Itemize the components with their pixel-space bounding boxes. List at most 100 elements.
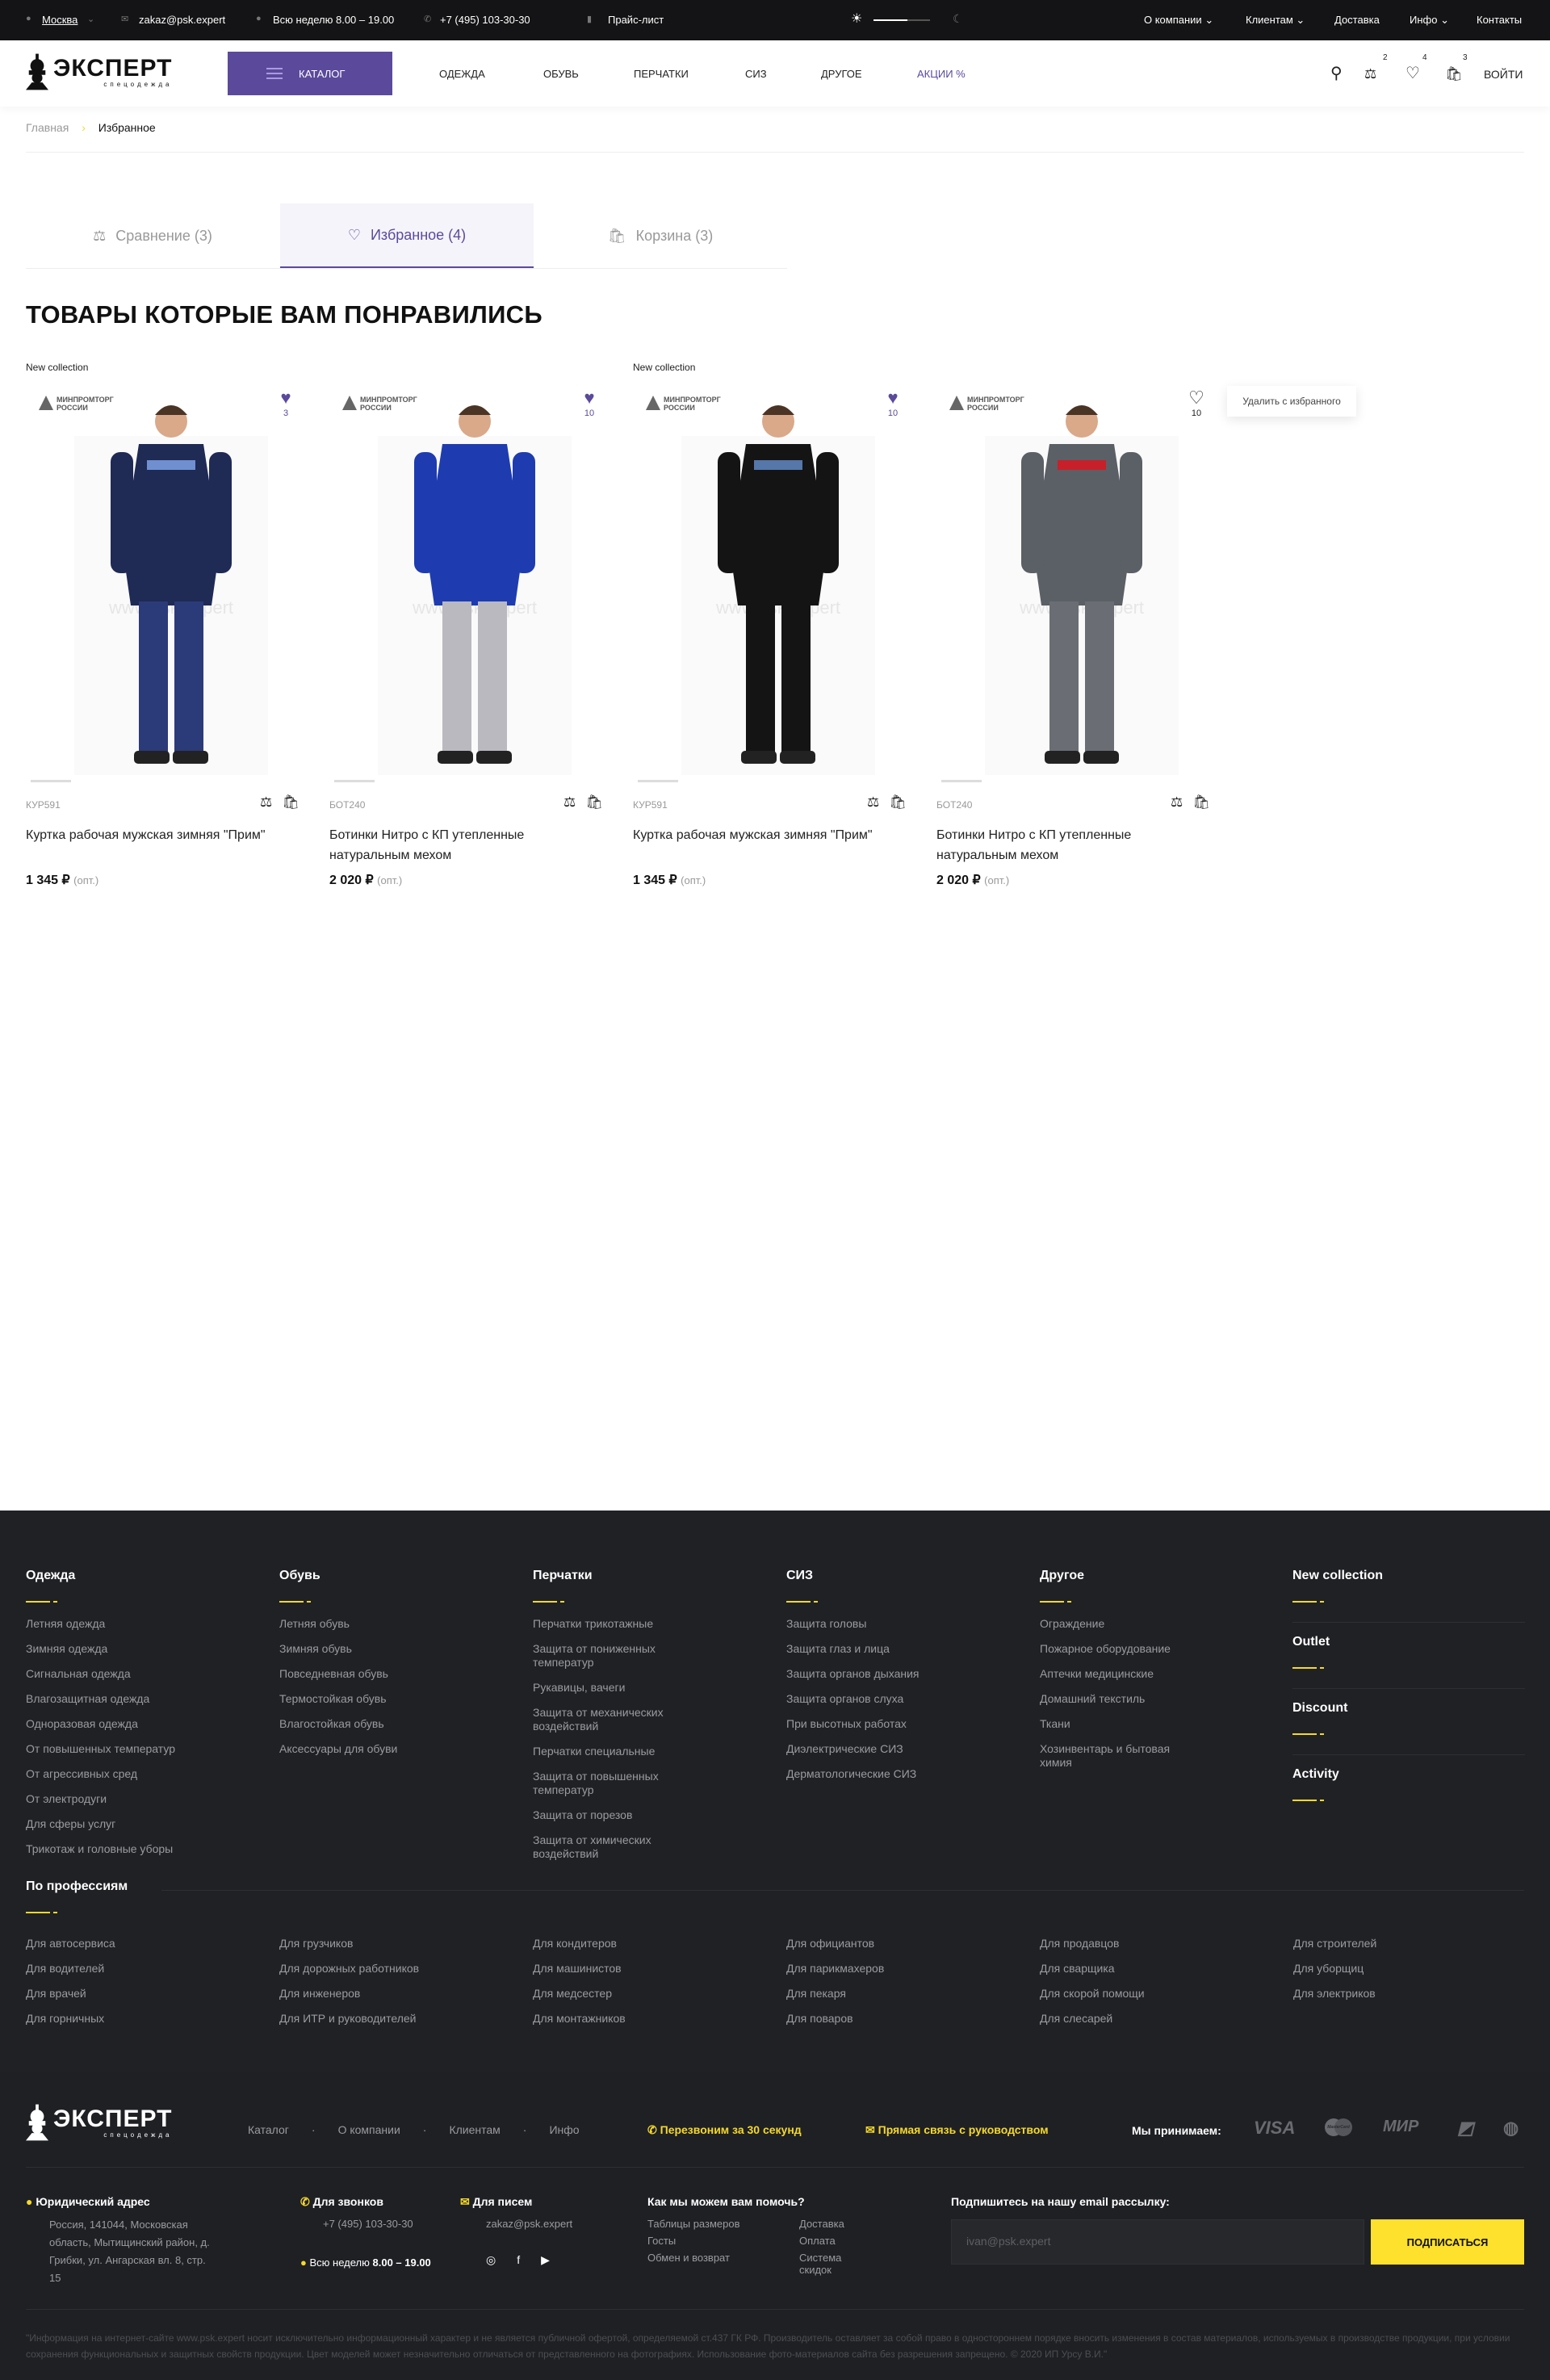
profession-link[interactable]: Для дорожных работников	[279, 1956, 419, 1981]
help-link[interactable]: Доставка	[799, 2218, 844, 2230]
profession-link[interactable]: Для медсестер	[533, 1981, 626, 2006]
profession-link[interactable]: Для водителей	[26, 1956, 115, 1981]
subscribe-button[interactable]: ПОДПИСАТЬСЯ	[1371, 2219, 1524, 2265]
breadcrumb-home[interactable]: Главная	[26, 121, 69, 134]
profession-link[interactable]: Для машинистов	[533, 1956, 626, 1981]
footer-link[interactable]: Защита от порезов	[533, 1808, 686, 1822]
footer-nav-about[interactable]: О компании	[338, 2123, 400, 2136]
profession-link[interactable]: Для кондитеров	[533, 1931, 626, 1956]
youtube-icon[interactable]: ▶	[541, 2253, 550, 2267]
profession-link[interactable]: Для горничных	[26, 2006, 115, 2031]
footer-link[interactable]: Аптечки медицинские	[1040, 1667, 1193, 1681]
profession-link[interactable]: Для продавцов	[1040, 1931, 1145, 1956]
compare-icon[interactable]: ⚖	[867, 794, 879, 811]
profession-link[interactable]: Для грузчиков	[279, 1931, 419, 1956]
footer-column-title[interactable]: Одежда	[26, 1569, 260, 1583]
product-image[interactable]: www.psk.expert	[329, 388, 604, 783]
footer-nav-info[interactable]: Инфо	[549, 2123, 579, 2136]
menu-contacts[interactable]: Контакты	[1477, 14, 1522, 26]
footer-link[interactable]: Влагозащитная одежда	[26, 1692, 179, 1706]
help-link[interactable]: Таблицы размеров	[647, 2218, 799, 2230]
nav-clothing[interactable]: ОДЕЖДА	[439, 68, 485, 80]
footer-link[interactable]: Защита головы	[786, 1617, 940, 1631]
pricelist-link[interactable]: Прайс-лист	[608, 14, 664, 26]
product-name[interactable]: Куртка рабочая мужская зимняя "Прим"	[26, 825, 268, 845]
image-slider-indicator[interactable]	[941, 780, 982, 782]
compare-icon[interactable]: ⚖	[260, 794, 272, 811]
footer-link[interactable]: От агрессивных сред	[26, 1767, 179, 1781]
image-slider-indicator[interactable]	[638, 780, 678, 782]
profession-link[interactable]: Для слесарей	[1040, 2006, 1145, 2031]
footer-nav-catalog[interactable]: Каталог	[248, 2123, 289, 2136]
help-link[interactable]: Оплата	[799, 2235, 844, 2247]
cart-icon[interactable]: 🛍︎	[1445, 66, 1463, 82]
footer-column-title[interactable]: Перчатки	[533, 1569, 767, 1583]
footer-link[interactable]: Ткани	[1040, 1717, 1193, 1731]
product-name[interactable]: Ботинки Нитро с КП утепленные натуральны…	[936, 825, 1179, 865]
cart-icon[interactable]: 🛍︎	[585, 794, 603, 811]
menu-about[interactable]: О компании ⌄	[1144, 14, 1213, 27]
heart-icon[interactable]: ♡	[1188, 388, 1204, 409]
footer-link[interactable]: Термостойкая обувь	[279, 1692, 433, 1706]
email-link[interactable]: zakaz@psk.expert	[139, 14, 225, 26]
footer-link[interactable]: Ограждение	[1040, 1617, 1193, 1631]
phone-link[interactable]: +7 (495) 103-30-30	[440, 14, 530, 26]
footer-link[interactable]: Влагостойкая обувь	[279, 1717, 433, 1731]
footer-column-title[interactable]: Другое	[1040, 1569, 1274, 1583]
footer-link[interactable]: Трикотаж и головные уборы	[26, 1842, 179, 1856]
footer-link[interactable]: Диэлектрические СИЗ	[786, 1742, 940, 1756]
profession-link[interactable]: Для официантов	[786, 1931, 884, 1956]
footer-link[interactable]: Перчатки специальные	[533, 1745, 686, 1758]
profession-link[interactable]: Для автосервиса	[26, 1931, 115, 1956]
profession-link[interactable]: Для строителей	[1293, 1931, 1376, 1956]
footer-email[interactable]: zakaz@psk.expert	[486, 2218, 572, 2230]
nav-ppe[interactable]: СИЗ	[745, 68, 767, 80]
product-image[interactable]: www.psk.expert	[633, 388, 907, 783]
compare-icon[interactable]: ⚖	[1364, 66, 1376, 82]
footer-side-link[interactable]: Outlet	[1292, 1635, 1525, 1649]
help-link[interactable]: Система скидок	[799, 2252, 844, 2276]
footer-link[interactable]: Пожарное оборудование	[1040, 1642, 1193, 1656]
footer-link[interactable]: Защита от химических воздействий	[533, 1833, 686, 1861]
profession-link[interactable]: Для ИТР и руководителей	[279, 2006, 419, 2031]
help-link[interactable]: Обмен и возврат	[647, 2252, 799, 2276]
footer-logo[interactable]: ЭКСПЕРТ спецодежда	[26, 2104, 172, 2141]
footer-link[interactable]: Рукавицы, вачеги	[533, 1681, 686, 1695]
footer-link[interactable]: Летняя одежда	[26, 1617, 179, 1631]
footer-link[interactable]: Защита от пониженных температур	[533, 1642, 686, 1670]
footer-column-title[interactable]: СИЗ	[786, 1569, 1020, 1583]
heart-icon[interactable]: ♡	[1405, 63, 1420, 83]
product-image[interactable]: www.psk.expert	[936, 388, 1211, 783]
compare-icon[interactable]: ⚖	[1171, 794, 1183, 811]
menu-info[interactable]: Инфо ⌄	[1410, 14, 1449, 27]
profession-link[interactable]: Для монтажников	[533, 2006, 626, 2031]
product-name[interactable]: Ботинки Нитро с КП утепленные натуральны…	[329, 825, 572, 865]
footer-link[interactable]: Защита от повышенных температур	[533, 1770, 686, 1797]
image-slider-indicator[interactable]	[334, 780, 375, 782]
footer-link[interactable]: Перчатки трикотажные	[533, 1617, 686, 1631]
menu-clients[interactable]: Клиентам ⌄	[1246, 14, 1305, 27]
footer-link[interactable]: При высотных работах	[786, 1717, 940, 1731]
profession-link[interactable]: Для уборщиц	[1293, 1956, 1376, 1981]
footer-link[interactable]: Дерматологические СИЗ	[786, 1767, 940, 1781]
footer-link[interactable]: Для сферы услуг	[26, 1817, 179, 1831]
footer-link[interactable]: От электродуги	[26, 1792, 179, 1806]
cart-icon[interactable]: 🛍︎	[889, 794, 907, 811]
footer-link[interactable]: Повседневная обувь	[279, 1667, 433, 1681]
nav-other[interactable]: ДРУГОЕ	[821, 68, 862, 80]
tab-favorites[interactable]: ♡ Избранное (4)	[280, 203, 534, 268]
profession-link[interactable]: Для парикмахеров	[786, 1956, 884, 1981]
product-card[interactable]: www.psk.expert МИНПРОМТОРГ РОССИИ ♥ 10 Б…	[329, 355, 633, 904]
footer-link[interactable]: Зимняя одежда	[26, 1642, 179, 1656]
direct-contact-link[interactable]: ✉ Прямая связь с руководством	[865, 2123, 1049, 2137]
footer-link[interactable]: Сигнальная одежда	[26, 1667, 179, 1681]
nav-gloves[interactable]: ПЕРЧАТКИ	[634, 68, 689, 80]
profession-link[interactable]: Для инженеров	[279, 1981, 419, 2006]
footer-link[interactable]: Защита органов дыхания	[786, 1667, 940, 1681]
footer-link[interactable]: Летняя обувь	[279, 1617, 433, 1631]
footer-column-title[interactable]: Обувь	[279, 1569, 513, 1583]
footer-link[interactable]: Зимняя обувь	[279, 1642, 433, 1656]
profession-link[interactable]: Для скорой помощи	[1040, 1981, 1145, 2006]
product-name[interactable]: Куртка рабочая мужская зимняя "Прим"	[633, 825, 875, 845]
footer-nav-clients[interactable]: Клиентам	[449, 2123, 500, 2136]
